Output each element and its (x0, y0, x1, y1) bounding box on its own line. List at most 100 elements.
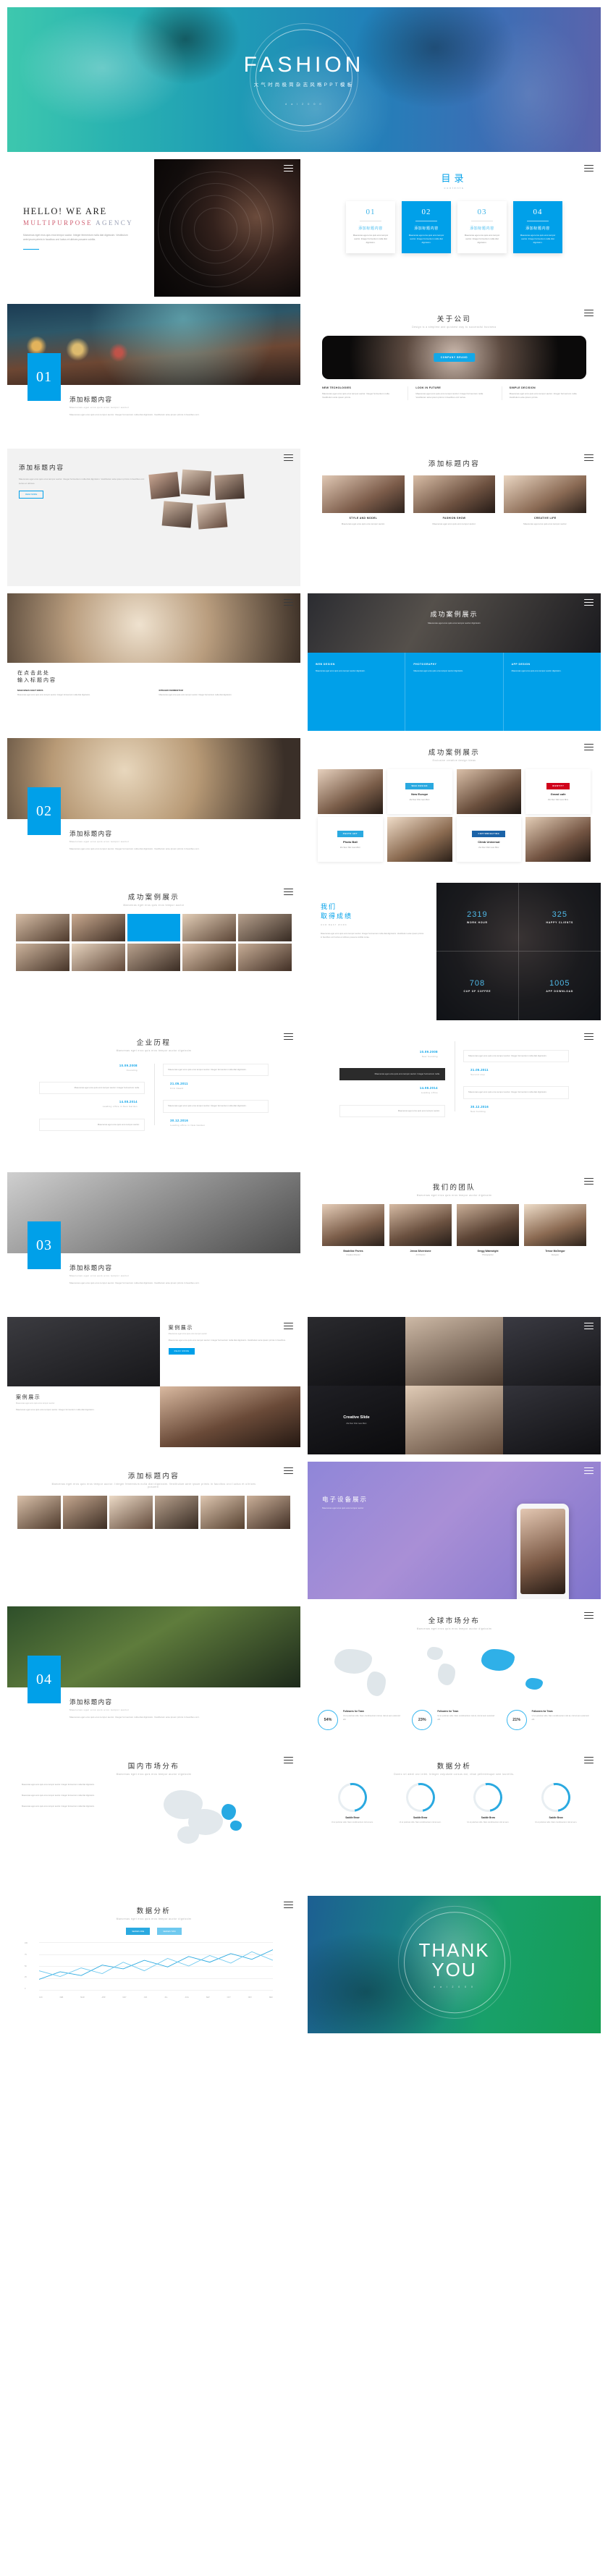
mosaic-body: Maecenas eget eros quis eros tempor auct… (51, 1483, 256, 1488)
grid-photo[interactable] (182, 944, 237, 971)
slide-mosaic[interactable]: 添加标题内容 Maecenas eget eros quis eros temp… (7, 1462, 300, 1599)
toc-card[interactable]: 01 添加标题内容 Maecenas eget eros quis eros t… (346, 201, 395, 253)
slide-case-banner[interactable]: 成功案例展示 Maecenas eget eros quis eros temp… (308, 593, 601, 731)
company-brand-button[interactable]: COMPANY BRAND (433, 353, 476, 362)
portfolio-card[interactable]: PHOTO ART Photo Ball Put Your Title Goes… (318, 817, 383, 862)
percent-ring: 23% (412, 1710, 433, 1730)
menu-icon[interactable] (584, 454, 594, 462)
slide-global-market[interactable]: 全球市场分布 Maecenas eget eros quis eros temp… (308, 1606, 601, 1744)
member-name: Trevor McGregor (545, 1250, 565, 1253)
grid-photo[interactable] (16, 944, 69, 971)
grid-photo[interactable] (71, 914, 125, 941)
slide-cover[interactable]: FASHION 大气时尚极简杂志风格PPT模板 d a i 2 0 0 0 (7, 7, 601, 152)
team-member[interactable]: Trevor McGregor Designer (524, 1204, 586, 1256)
mosaic-photo[interactable] (246, 1496, 290, 1529)
portfolio-card[interactable]: COPYWRIGHTING Climb Universal Put Your T… (456, 817, 522, 862)
mosaic-photo[interactable] (200, 1496, 245, 1529)
menu-icon[interactable] (584, 1612, 594, 1619)
grid-photo[interactable] (16, 914, 69, 941)
slide-data-donuts[interactable]: 数据分析 Donec sit amet orci nibh. Integer v… (308, 1751, 601, 1889)
market-stat: 21% Followers for Team Ut et pulvinar od… (506, 1710, 591, 1730)
slide-gallery-left[interactable]: 添加标题内容 Maecenas eget eros quis eros temp… (7, 449, 300, 586)
grid-accent[interactable] (127, 914, 181, 941)
menu-icon[interactable] (284, 1902, 293, 1909)
collage-photo[interactable] (405, 1386, 503, 1454)
mosaic-photo[interactable] (63, 1496, 107, 1529)
menu-icon[interactable] (584, 1467, 594, 1475)
collage-photo[interactable] (308, 1317, 405, 1386)
menu-icon[interactable] (284, 599, 293, 606)
team-member[interactable]: Bradeline Fevres Creative Director (322, 1204, 384, 1256)
menu-icon[interactable] (584, 1757, 594, 1764)
market-stat: 23% Followers for Team Ut et pulvinar od… (412, 1710, 496, 1730)
menu-icon[interactable] (284, 165, 293, 172)
slide-about[interactable]: 关于公司 Design is a simplest and quickest w… (308, 304, 601, 441)
gallery-item[interactable]: STYLE AND MODEL Maecenas eget eros quis … (322, 475, 405, 526)
legend-item[interactable]: SERIES ONE (126, 1928, 151, 1935)
portfolio-b-subtitle: Maecenas eget eros quis eros tempor auct… (123, 904, 185, 907)
menu-icon[interactable] (284, 454, 293, 462)
slide-section-02[interactable]: 02 添加标题内容 Maecenas eget eros quis eros t… (7, 738, 300, 876)
case-cell[interactable]: PHOTOGRAPHY Maecenas eget eros quis eros… (405, 653, 504, 731)
team-member[interactable]: Jenna Silverstone Art Director (389, 1204, 452, 1256)
slide-timeline[interactable]: 企业历程 Maecenas eget eros quis eros tempor… (7, 1028, 300, 1165)
slide-portfolio-a[interactable]: 成功案例展示 Exclusive creative design ideas W… (308, 738, 601, 876)
read-more-button[interactable]: READ MORE (19, 491, 44, 499)
menu-icon[interactable] (584, 310, 594, 317)
mosaic-photo[interactable] (109, 1496, 153, 1529)
slide-timeline-2[interactable]: 10.09.2008 New founding Maecenas eget er… (308, 1028, 601, 1165)
menu-icon[interactable] (584, 599, 594, 606)
slide-achievements[interactable]: 我们 取得成绩 OUR BEST WORK Maecenas eget eros… (308, 883, 601, 1020)
toc-card[interactable]: 04 添加标题内容 Maecenas eget eros quis eros t… (513, 201, 562, 253)
slide-section-01[interactable]: 01 添加标题内容 Maecenas eget eros quis eros t… (7, 304, 300, 441)
menu-icon[interactable] (284, 1467, 293, 1475)
legend-item[interactable]: SERIES TWO (157, 1928, 182, 1935)
collage-photo[interactable] (503, 1386, 601, 1454)
case-show2-body: Maecenas eget eros quis eros tempor auct… (16, 1408, 95, 1411)
gallery-item[interactable]: FASHION SHOW Maecenas eget eros quis ero… (413, 475, 496, 526)
slide-data-chart[interactable]: 数据分析 Maecenas eget eros quis eros tempor… (7, 1896, 300, 2033)
menu-icon[interactable] (584, 1178, 594, 1185)
donut-text: Ut et pulvinar odio. Nam condimentum nis… (331, 1821, 373, 1823)
menu-icon[interactable] (584, 1033, 594, 1041)
mosaic-photo[interactable] (17, 1496, 62, 1529)
slide-case-show[interactable]: 案例展示 Maecenas eget eros quis eros tempor… (7, 1317, 300, 1454)
collage-photo[interactable] (405, 1317, 503, 1386)
read-more-button[interactable]: READ MORE (168, 1348, 195, 1355)
slide-china-market[interactable]: 国内市场分布 Maecenas eget eros quis eros temp… (7, 1751, 300, 1889)
case-cell[interactable]: APP DESIGN Maecenas eget eros quis eros … (504, 653, 601, 731)
slide-section-03[interactable]: 03 添加标题内容 Maecenas eget eros quis eros t… (7, 1172, 300, 1310)
grid-photo[interactable] (127, 944, 181, 971)
mosaic-photo[interactable] (154, 1496, 199, 1529)
slide-section-04[interactable]: 04 添加标题内容 Maecenas eget eros quis eros t… (7, 1606, 300, 1744)
toc-card[interactable]: 02 添加标题内容 Maecenas eget eros quis eros t… (402, 201, 451, 253)
toc-card[interactable]: 03 添加标题内容 Maecenas eget eros quis eros t… (457, 201, 507, 253)
creative-slide-cell[interactable]: Creative Slide Put Your Title Goes Here (308, 1386, 405, 1454)
slide-contents[interactable]: 目录 contents 01 添加标题内容 Maecenas eget eros… (308, 159, 601, 297)
portfolio-card[interactable]: WEB DESIGN New Europe Put Your Title Goe… (387, 769, 452, 814)
gallery-item[interactable]: CREATIVE LIFE Maecenas eget eros quis er… (504, 475, 587, 526)
slide-gallery-right[interactable]: 添加标题内容 STYLE AND MODEL Maecenas eget ero… (308, 449, 601, 586)
menu-icon[interactable] (284, 1323, 293, 1330)
slide-device[interactable]: 电子设备展示 Maecenas eget eros quis eros temp… (308, 1462, 601, 1599)
team-member[interactable]: Gregg Wainwright Photographer (457, 1204, 519, 1256)
menu-icon[interactable] (284, 1757, 293, 1764)
menu-icon[interactable] (284, 889, 293, 896)
slide-team[interactable]: 我们的团队 Maecenas eget eros quis eros tempo… (308, 1172, 601, 1310)
slide-hello[interactable]: HELLO! WE ARE MULTIPURPOSE AGENCY Maecen… (7, 159, 300, 297)
slide-camera[interactable]: 在点击此处 输入标题内容 MAECENAS EGET EROS Maecenas… (7, 593, 300, 731)
portfolio-card[interactable]: IDENTITY Grand cafe Put Your Title Goes … (525, 769, 591, 814)
menu-icon[interactable] (584, 165, 594, 172)
case-cell[interactable]: WEB DESIGN Maecenas eget eros quis eros … (308, 653, 406, 731)
menu-icon[interactable] (284, 1033, 293, 1041)
grid-photo[interactable] (238, 944, 292, 971)
grid-photo[interactable] (71, 944, 125, 971)
grid-photo[interactable] (182, 914, 237, 941)
slide-thank-you[interactable]: THANK YOU d a i 2 0 0 0 (308, 1896, 601, 2033)
slide-portfolio-b[interactable]: 成功案例展示 Maecenas eget eros quis eros temp… (7, 883, 300, 1020)
toc-label: 添加标题内容 (525, 226, 550, 231)
menu-icon[interactable] (584, 1323, 594, 1330)
menu-icon[interactable] (584, 744, 594, 751)
grid-photo[interactable] (238, 914, 292, 941)
slide-creative-collage[interactable]: Creative Slide Put Your Title Goes Here (308, 1317, 601, 1454)
